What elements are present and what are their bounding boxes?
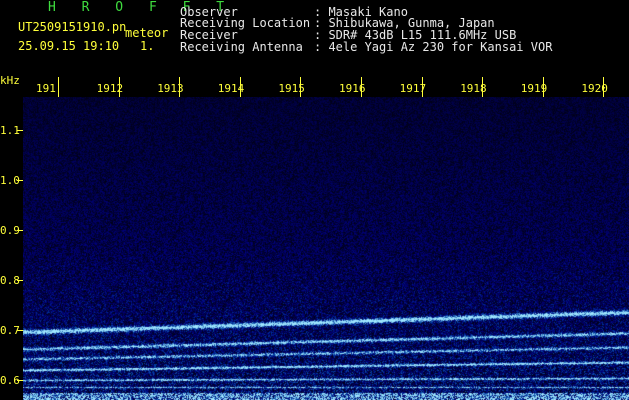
y-tick-mark xyxy=(17,330,23,331)
y-axis-unit: kHz xyxy=(0,74,20,87)
y-tick-mark xyxy=(17,280,23,281)
y-tick-mark xyxy=(17,230,23,231)
date-time: 25.09.15 19:10 xyxy=(18,39,120,53)
y-tick-mark xyxy=(17,130,23,131)
x-tick-mark xyxy=(239,77,241,97)
file-name: UT2509151910.pn xyxy=(18,20,127,34)
y-tick-mark xyxy=(17,380,23,381)
x-tick-mark xyxy=(421,77,423,97)
x-tick-mark xyxy=(542,77,544,97)
x-tick-mark xyxy=(179,77,181,97)
info-label-antenna: Receiving Antenna xyxy=(180,40,303,54)
x-tick-mark xyxy=(300,77,302,97)
spectrogram xyxy=(23,97,629,400)
x-tick-mark xyxy=(361,77,362,97)
x-tick-mark xyxy=(118,77,120,97)
y-tick-mark xyxy=(17,180,23,181)
x-tick-mark xyxy=(603,77,605,97)
x-tick-mark xyxy=(58,77,59,97)
frame-index: 1. xyxy=(140,39,155,53)
header-panel: H R O F F T UT2509151910.pn meteor 25.09… xyxy=(0,0,629,76)
x-tick-mark xyxy=(482,77,484,97)
x-tick-label: 191 xyxy=(36,82,56,95)
meteor-tag: meteor xyxy=(125,26,169,40)
info-value-antenna: : 4ele Yagi Az 230 for Kansai VOR xyxy=(314,40,553,54)
